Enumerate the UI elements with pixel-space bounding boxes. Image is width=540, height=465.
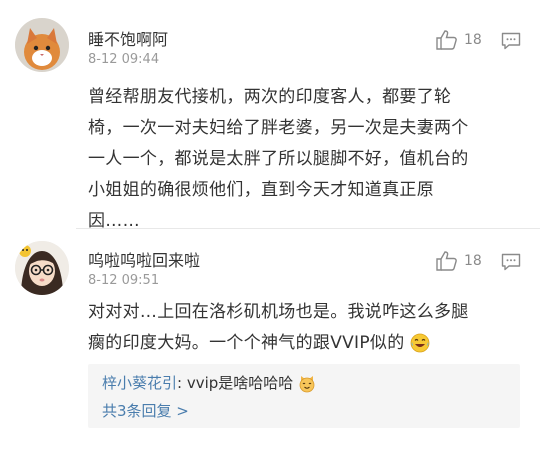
view-replies-link[interactable]: 共3条回复 > [102,400,189,421]
comment-1: 睡不饱啊阿 8-12 09:44 18 曾经帮朋友代接机，两次的印度客人，都要了… [0,0,540,231]
cat-avatar-icon [15,18,69,72]
reply-button[interactable] [501,253,521,275]
comment-line: 曾经帮朋友代接机，两次的印度客人，都要了轮 [88,87,452,107]
comment-icon [501,32,521,50]
timestamp: 8-12 09:44 [88,52,160,67]
username[interactable]: 睡不饱啊阿 [88,26,168,50]
reply-box: 梓小葵花引: vvip是啥哈哈哈 共3条回复 > [88,364,520,428]
like-count: 18 [464,253,482,269]
like-count: 18 [464,32,482,48]
thumbs-up-icon [436,251,457,271]
like-button[interactable]: 18 [436,251,482,271]
girl-avatar-icon [15,241,69,295]
avatar[interactable] [15,18,69,72]
reply-preview: 梓小葵花引: vvip是啥哈哈哈 [102,372,316,393]
comment-line: 对对对…上回在洛杉矶机场也是。我说咋这么多腿 [88,302,469,322]
comment-icon [501,253,521,271]
cat-emoji-icon [299,375,315,392]
thumbs-up-icon [436,30,457,50]
comment-line-text: 瘸的印度大妈。一个个神气的跟VVIP似的 [88,333,405,353]
comment-line: 瘸的印度大妈。一个个神气的跟VVIP似的 [88,328,528,359]
comment-body: 对对对…上回在洛杉矶机场也是。我说咋这么多腿 瘸的印度大妈。一个个神气的跟VVI… [88,297,528,359]
reply-button[interactable] [501,32,521,54]
comment-line: 椅，一次一对夫妇给了胖老婆，另一次是夫妻两个 [88,118,469,138]
comment-body: 曾经帮朋友代接机，两次的印度客人，都要了轮 椅，一次一对夫妇给了胖老婆，另一次是… [88,82,528,237]
laugh-cry-emoji-icon [410,333,430,353]
comment-2: 呜啦呜啦回来啦 8-12 09:51 18 对对对…上回在洛杉矶机场也是。我说咋… [0,229,540,465]
reply-author[interactable]: 梓小葵花引 [102,374,177,392]
timestamp: 8-12 09:51 [88,273,160,288]
username[interactable]: 呜啦呜啦回来啦 [88,247,200,271]
reply-text: vvip是啥哈哈哈 [182,374,294,392]
comment-line: 小姐姐的确很烦他们，直到今天才知道真正原 [88,180,434,200]
comment-line: 一人一个，都说是太胖了所以腿脚不好，值机台的 [88,149,469,169]
like-button[interactable]: 18 [436,30,482,50]
avatar[interactable] [15,241,69,295]
